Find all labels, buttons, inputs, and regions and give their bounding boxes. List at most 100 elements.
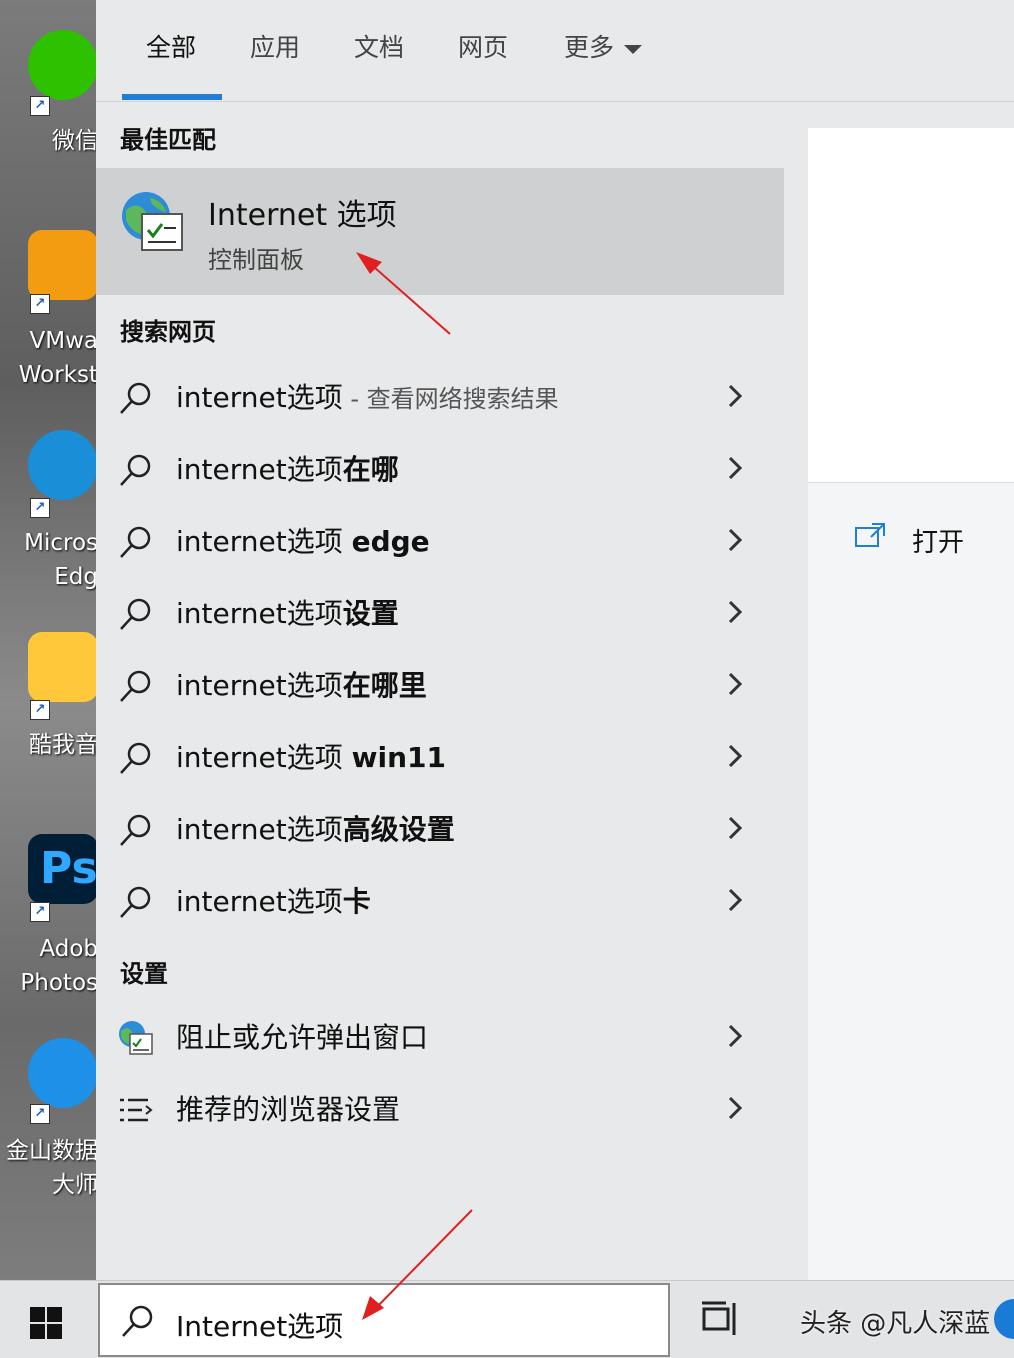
tab-all[interactable]: 全部	[146, 28, 196, 64]
search-icon	[120, 886, 151, 918]
tab-web[interactable]: 网页	[458, 28, 508, 64]
open-label: 打开	[912, 528, 965, 558]
web-result-text: internet选项 win11	[176, 736, 446, 776]
chevron-right-icon[interactable]	[726, 814, 744, 842]
web-result-prefix: internet选项	[176, 885, 343, 918]
internet-options-icon	[119, 1021, 153, 1055]
tray-app-icon[interactable]	[994, 1299, 1014, 1339]
web-result-text: internet选项在哪里	[176, 664, 427, 704]
desktop-icon-photoshop[interactable]: Ps ↗ Adob Photos	[0, 830, 96, 1010]
web-result-suffix: 高级设置	[342, 813, 455, 846]
photoshop-icon: Ps	[28, 834, 96, 904]
web-result-prefix: internet选项	[176, 453, 343, 486]
kingsoft-data-icon	[28, 1038, 96, 1108]
shortcut-arrow-icon: ↗	[30, 498, 50, 518]
web-result-suffix: 卡	[342, 885, 371, 918]
web-result-text: internet选项设置	[176, 592, 399, 632]
kuwo-icon	[28, 632, 96, 702]
web-result-prefix: internet选项	[176, 813, 343, 846]
search-icon	[120, 814, 151, 846]
web-result-prefix: internet选项	[176, 669, 343, 702]
search-icon	[122, 1305, 153, 1337]
web-result-prefix: internet选项	[176, 381, 343, 414]
web-result-suffix: win11	[351, 741, 446, 774]
tab-more-label: 更多	[564, 33, 615, 62]
section-title-best-match: 最佳匹配	[120, 126, 216, 154]
desktop-icon-kingsoft-data[interactable]: ↗ 金山数据 大师	[0, 1032, 96, 1212]
tab-more[interactable]: 更多	[564, 28, 643, 64]
section-title-search-web: 搜索网页	[120, 318, 216, 346]
desktop-icon-edge[interactable]: ↗ Micros Edg	[0, 420, 96, 610]
web-result-row[interactable]: internet选项在哪	[96, 432, 784, 504]
search-icon	[120, 670, 151, 702]
chevron-right-icon[interactable]	[726, 598, 744, 626]
web-result-row[interactable]: internet选项卡	[96, 864, 784, 936]
chevron-right-icon[interactable]	[726, 454, 744, 482]
web-result-text: internet选项卡	[176, 880, 371, 920]
tab-documents[interactable]: 文档	[354, 28, 404, 64]
search-icon	[120, 598, 151, 630]
taskbar: Internet选项 头条 @凡人深蓝	[0, 1280, 1014, 1358]
settings-result-row[interactable]: 推荐的浏览器设置	[96, 1072, 784, 1144]
search-icon	[120, 382, 151, 414]
chevron-right-icon[interactable]	[726, 382, 744, 410]
desktop-icon-wechat[interactable]: ↗ 微信	[0, 20, 96, 170]
web-result-prefix: internet选项	[176, 597, 343, 630]
search-icon	[120, 454, 151, 486]
edge-icon	[28, 430, 96, 500]
settings-result-label: 阻止或允许弹出窗口	[176, 1021, 429, 1054]
chevron-right-icon[interactable]	[726, 886, 744, 914]
chevron-down-icon	[624, 44, 643, 54]
web-result-suffix: 设置	[342, 597, 399, 630]
desktop-icon-label: VMwa Workst	[18, 328, 96, 388]
chevron-right-icon[interactable]	[726, 1094, 744, 1122]
taskbar-search-box[interactable]: Internet选项	[98, 1283, 670, 1357]
filter-tabs: 全部 应用 文档 网页 更多	[96, 0, 1014, 102]
best-match-result[interactable]: Internet 选项 控制面板	[96, 168, 784, 295]
settings-result-row[interactable]: 阻止或允许弹出窗口	[96, 1000, 784, 1072]
web-result-text: internet选项高级设置	[176, 808, 455, 848]
desktop-icon-vmware[interactable]: ↗ VMwa Workst	[0, 220, 96, 400]
chevron-right-icon[interactable]	[726, 670, 744, 698]
best-match-subtitle: 控制面板	[208, 246, 304, 274]
shortcut-arrow-icon: ↗	[30, 96, 50, 116]
wechat-icon	[28, 30, 96, 100]
preview-pane-header	[808, 128, 1014, 482]
web-result-hint: - 查看网络搜索结果	[342, 385, 559, 413]
shortcut-arrow-icon: ↗	[30, 902, 50, 922]
desktop-icon-label: 金山数据 大师	[6, 1138, 96, 1198]
desktop-icon-label: 酷我音	[29, 732, 96, 758]
open-external-icon	[855, 523, 885, 547]
best-match-title: Internet 选项	[208, 198, 397, 233]
web-result-row[interactable]: internet选项在哪里	[96, 648, 784, 720]
desktop-icon-kuwo[interactable]: ↗ 酷我音	[0, 626, 96, 766]
shortcut-arrow-icon: ↗	[30, 294, 50, 314]
web-result-row[interactable]: internet选项 - 查看网络搜索结果	[96, 360, 784, 432]
desktop-background: ↗ 微信 ↗ VMwa Workst ↗ Micros Edg ↗ 酷我音 Ps…	[0, 0, 96, 1280]
web-result-row[interactable]: internet选项设置	[96, 576, 784, 648]
search-icon	[120, 742, 151, 774]
chevron-right-icon[interactable]	[726, 742, 744, 770]
task-view-icon[interactable]	[700, 1301, 740, 1337]
web-result-row[interactable]: internet选项高级设置	[96, 792, 784, 864]
desktop-icon-label: Adob Photos	[20, 936, 96, 996]
web-result-text: internet选项 edge	[176, 520, 430, 560]
shortcut-arrow-icon: ↗	[30, 700, 50, 720]
search-input-value[interactable]: Internet选项	[176, 1305, 343, 1345]
web-result-prefix: internet选项	[176, 741, 352, 774]
web-result-row[interactable]: internet选项 win11	[96, 720, 784, 792]
tab-apps[interactable]: 应用	[250, 28, 300, 64]
shortcut-arrow-icon: ↗	[30, 1104, 50, 1124]
preview-pane-actions	[808, 482, 1014, 1280]
web-result-text: internet选项在哪	[176, 448, 399, 488]
web-result-text: internet选项 - 查看网络搜索结果	[176, 376, 559, 416]
chevron-right-icon[interactable]	[726, 526, 744, 554]
settings-result-label: 推荐的浏览器设置	[176, 1093, 401, 1126]
windows-start-icon[interactable]	[26, 1303, 66, 1343]
web-result-row[interactable]: internet选项 edge	[96, 504, 784, 576]
web-result-suffix: edge	[351, 525, 430, 558]
web-result-suffix: 在哪	[342, 453, 399, 486]
internet-options-icon	[122, 192, 183, 251]
chevron-right-icon[interactable]	[726, 1022, 744, 1050]
watermark-text: 头条 @凡人深蓝	[800, 1309, 991, 1339]
